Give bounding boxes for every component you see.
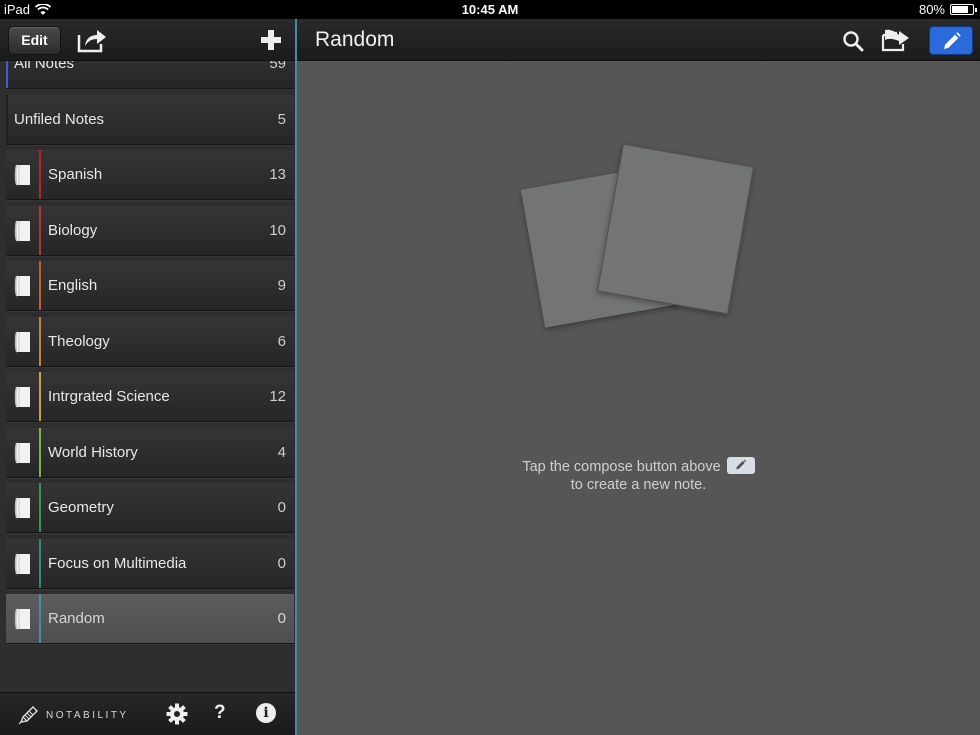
- notability-pencil-icon: [18, 706, 38, 725]
- notebook-icon: [14, 386, 30, 408]
- move-note-button[interactable]: [881, 27, 911, 53]
- subject-list: All Notes 59 Unfiled Notes 5 Spanish 13 Biolog…: [0, 61, 295, 691]
- hint-text-1: Tap the compose button above: [522, 459, 721, 475]
- empty-notes-illustration: [520, 143, 755, 354]
- subject-color-stripe: [39, 594, 41, 643]
- subject-color-stripe: [39, 538, 41, 588]
- empty-state-hint-line1: Tap the compose button above: [297, 457, 980, 475]
- sidebar-item[interactable]: All Notes 59: [6, 61, 294, 89]
- plus-icon: [261, 30, 281, 50]
- subject-color-stripe: [39, 150, 41, 199]
- sidebar-item-count: 0: [277, 554, 286, 572]
- gear-icon: [166, 703, 188, 725]
- sidebar-item-count: 12: [269, 388, 286, 405]
- sidebar-item-label: Unfiled Notes: [14, 110, 105, 128]
- sidebar-item-count: 9: [277, 277, 286, 294]
- sidebar-item-label: All Notes: [14, 61, 75, 72]
- sidebar-item[interactable]: Geometry 0: [6, 483, 294, 533]
- subject-color-stripe: [39, 427, 41, 477]
- sidebar-item-count: 13: [269, 166, 286, 183]
- search-button[interactable]: [842, 30, 864, 52]
- help-button[interactable]: ?: [214, 702, 226, 724]
- notebook-icon: [14, 608, 30, 630]
- subject-color-stripe: [39, 372, 41, 421]
- main-toolbar: Random: [297, 19, 980, 61]
- share-icon: [77, 30, 106, 53]
- sidebar-item-count: 5: [277, 110, 286, 128]
- sidebar-item-count: 4: [277, 443, 286, 461]
- sidebar-item-label: Intrgrated Science: [48, 388, 170, 405]
- sidebar-item-label: Spanish: [48, 166, 103, 183]
- sidebar-item[interactable]: Biology 10: [6, 205, 294, 256]
- notebook-icon: [14, 219, 30, 242]
- page-title: Random: [315, 28, 395, 51]
- subject-color-stripe: [39, 205, 41, 255]
- notebook-icon: [14, 552, 30, 575]
- sidebar-footer: NOTABILITY ? i: [0, 692, 295, 735]
- main-pane: Random Tap the compose button above to c…: [295, 19, 980, 735]
- sidebar-item[interactable]: Unfiled Notes 5: [6, 94, 294, 145]
- battery-percent: 80%: [918, 2, 945, 17]
- sidebar-item[interactable]: Intrgrated Science 12: [6, 372, 294, 422]
- sidebar-item[interactable]: Theology 6: [6, 316, 294, 367]
- sidebar-item-label: Theology: [48, 332, 110, 350]
- sidebar-item-label: Biology: [48, 221, 98, 239]
- sidebar-item-count: 59: [269, 61, 286, 72]
- notebook-icon: [14, 330, 30, 353]
- sidebar-item-label: Random: [48, 610, 105, 627]
- edit-button[interactable]: Edit: [8, 26, 61, 55]
- notebook-icon: [14, 441, 30, 464]
- sidebar-item-count: 10: [269, 221, 286, 239]
- status-time: 10:45 AM: [461, 2, 519, 17]
- paper-sheet-front: [596, 143, 755, 315]
- notebook-icon: [14, 275, 30, 297]
- notebook-icon: [14, 164, 30, 186]
- sidebar-item[interactable]: Focus on Multimedia 0: [6, 538, 294, 589]
- subject-color-stripe: [39, 483, 41, 532]
- compose-hint-badge: [726, 457, 755, 474]
- sidebar-toolbar: Edit: [0, 19, 295, 61]
- subject-color-stripe: [39, 316, 41, 366]
- brand-name: NOTABILITY: [46, 709, 129, 721]
- compose-button[interactable]: [929, 26, 973, 55]
- sidebar-item-count: 0: [277, 499, 286, 516]
- sidebar-item[interactable]: Spanish 13: [6, 150, 294, 200]
- move-to-icon: [881, 29, 909, 52]
- battery-fill: [952, 6, 968, 13]
- empty-state-hint-line2: to create a new note.: [570, 477, 707, 493]
- settings-button[interactable]: [166, 703, 188, 725]
- sidebar-item-label: Geometry: [48, 499, 114, 516]
- brand-logo: NOTABILITY: [18, 705, 129, 725]
- battery-icon: [950, 4, 977, 15]
- status-right: 80%: [918, 2, 977, 17]
- subject-color-stripe: [39, 261, 41, 310]
- pencil-icon: [735, 459, 746, 470]
- sidebar-item[interactable]: Random 0: [6, 594, 294, 644]
- search-icon: [843, 31, 864, 52]
- sidebar-item-count: 0: [277, 610, 286, 627]
- sidebar-item[interactable]: English 9: [6, 261, 294, 311]
- sidebar-item[interactable]: World History 4: [6, 427, 294, 478]
- info-button[interactable]: i: [256, 703, 276, 723]
- row-accent-stripe: [6, 61, 8, 88]
- add-subject-button[interactable]: [258, 27, 284, 53]
- sidebar: Edit All Notes 59 Unfiled Notes 5 Spanish 13 B…: [0, 19, 295, 735]
- sidebar-item-count: 6: [277, 332, 286, 350]
- share-button[interactable]: [76, 26, 108, 54]
- notebook-icon: [14, 497, 30, 519]
- sidebar-item-label: Focus on Multimedia: [48, 554, 187, 572]
- pencil-icon: [944, 32, 961, 49]
- sidebar-item-label: English: [48, 277, 98, 294]
- status-bar: iPad 10:45 AM 80%: [0, 0, 980, 19]
- sidebar-item-label: World History: [48, 443, 138, 461]
- row-accent-stripe: [6, 94, 8, 144]
